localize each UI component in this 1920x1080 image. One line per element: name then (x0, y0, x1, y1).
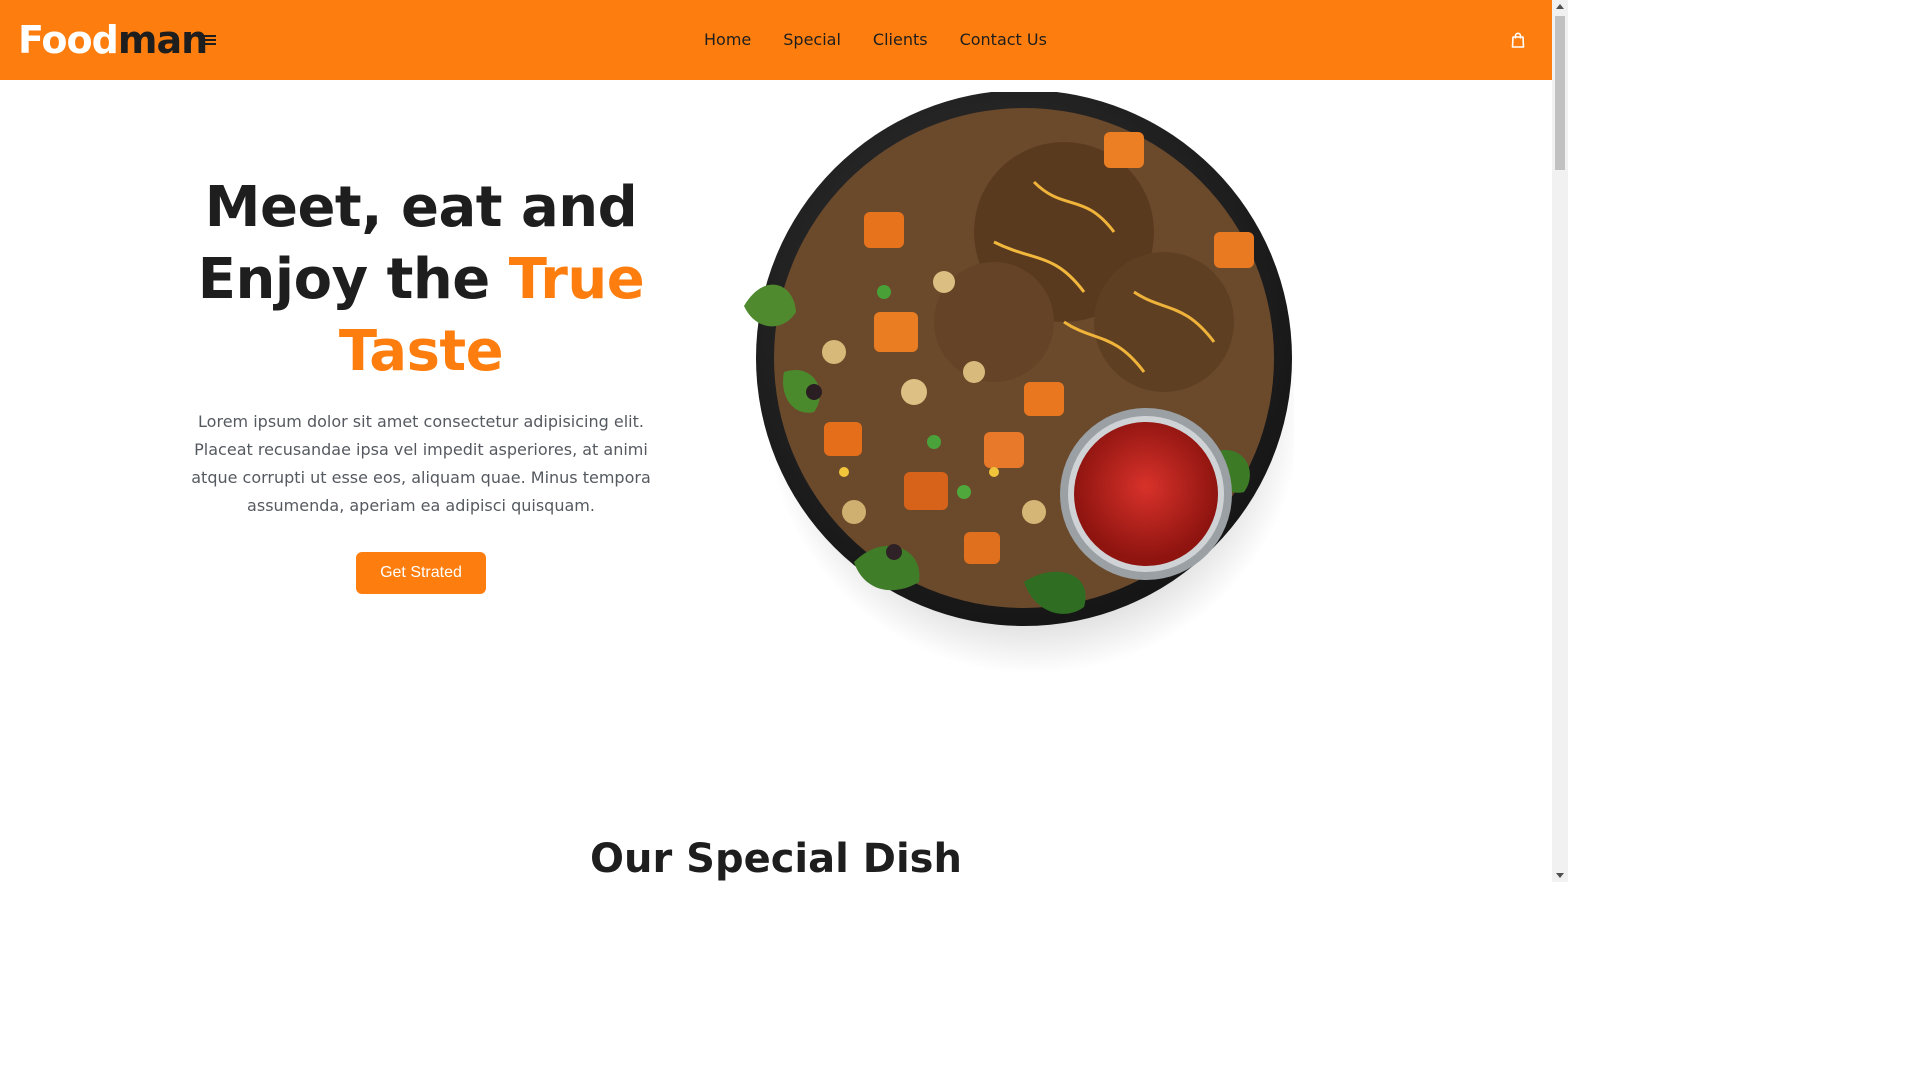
scroll-down-arrow-icon[interactable] (1556, 873, 1564, 878)
nav-link-special[interactable]: Special (783, 30, 841, 49)
hero-content: Meet, eat and Enjoy the True Taste Lorem… (190, 172, 652, 594)
scroll-up-arrow-icon[interactable] (1556, 4, 1564, 9)
main-nav: Home Special Clients Contact Us (704, 30, 1047, 49)
hamburger-icon[interactable] (202, 33, 216, 47)
hero-title-line1: Meet, eat and (204, 175, 638, 240)
top-navbar: Food man Home Special Clients Contact Us (0, 0, 1552, 80)
nav-link-contact-us[interactable]: Contact Us (960, 30, 1047, 49)
shopping-bag-icon[interactable] (1511, 32, 1525, 48)
hero-title-line3: Taste (338, 319, 504, 384)
hero-title-line2-a: Enjoy the (197, 247, 509, 312)
hero-description: Lorem ipsum dolor sit amet consectetur a… (191, 412, 651, 515)
get-started-button[interactable]: Get Strated (356, 552, 486, 594)
nav-link-home[interactable]: Home (704, 30, 751, 49)
special-dish-heading: Our Special Dish (590, 836, 962, 882)
hero-food-bowl-image (744, 92, 1294, 674)
logo-text-part1: Food (18, 18, 119, 62)
brand-logo[interactable]: Food man (18, 18, 208, 62)
page-scrollbar[interactable] (1552, 0, 1568, 882)
scrollbar-thumb[interactable] (1555, 16, 1565, 170)
hero-title-line2-b: True (508, 247, 645, 312)
logo-text-part2: man (117, 18, 208, 62)
nav-link-clients[interactable]: Clients (873, 30, 928, 49)
hero-title: Meet, eat and Enjoy the True Taste (190, 172, 652, 388)
